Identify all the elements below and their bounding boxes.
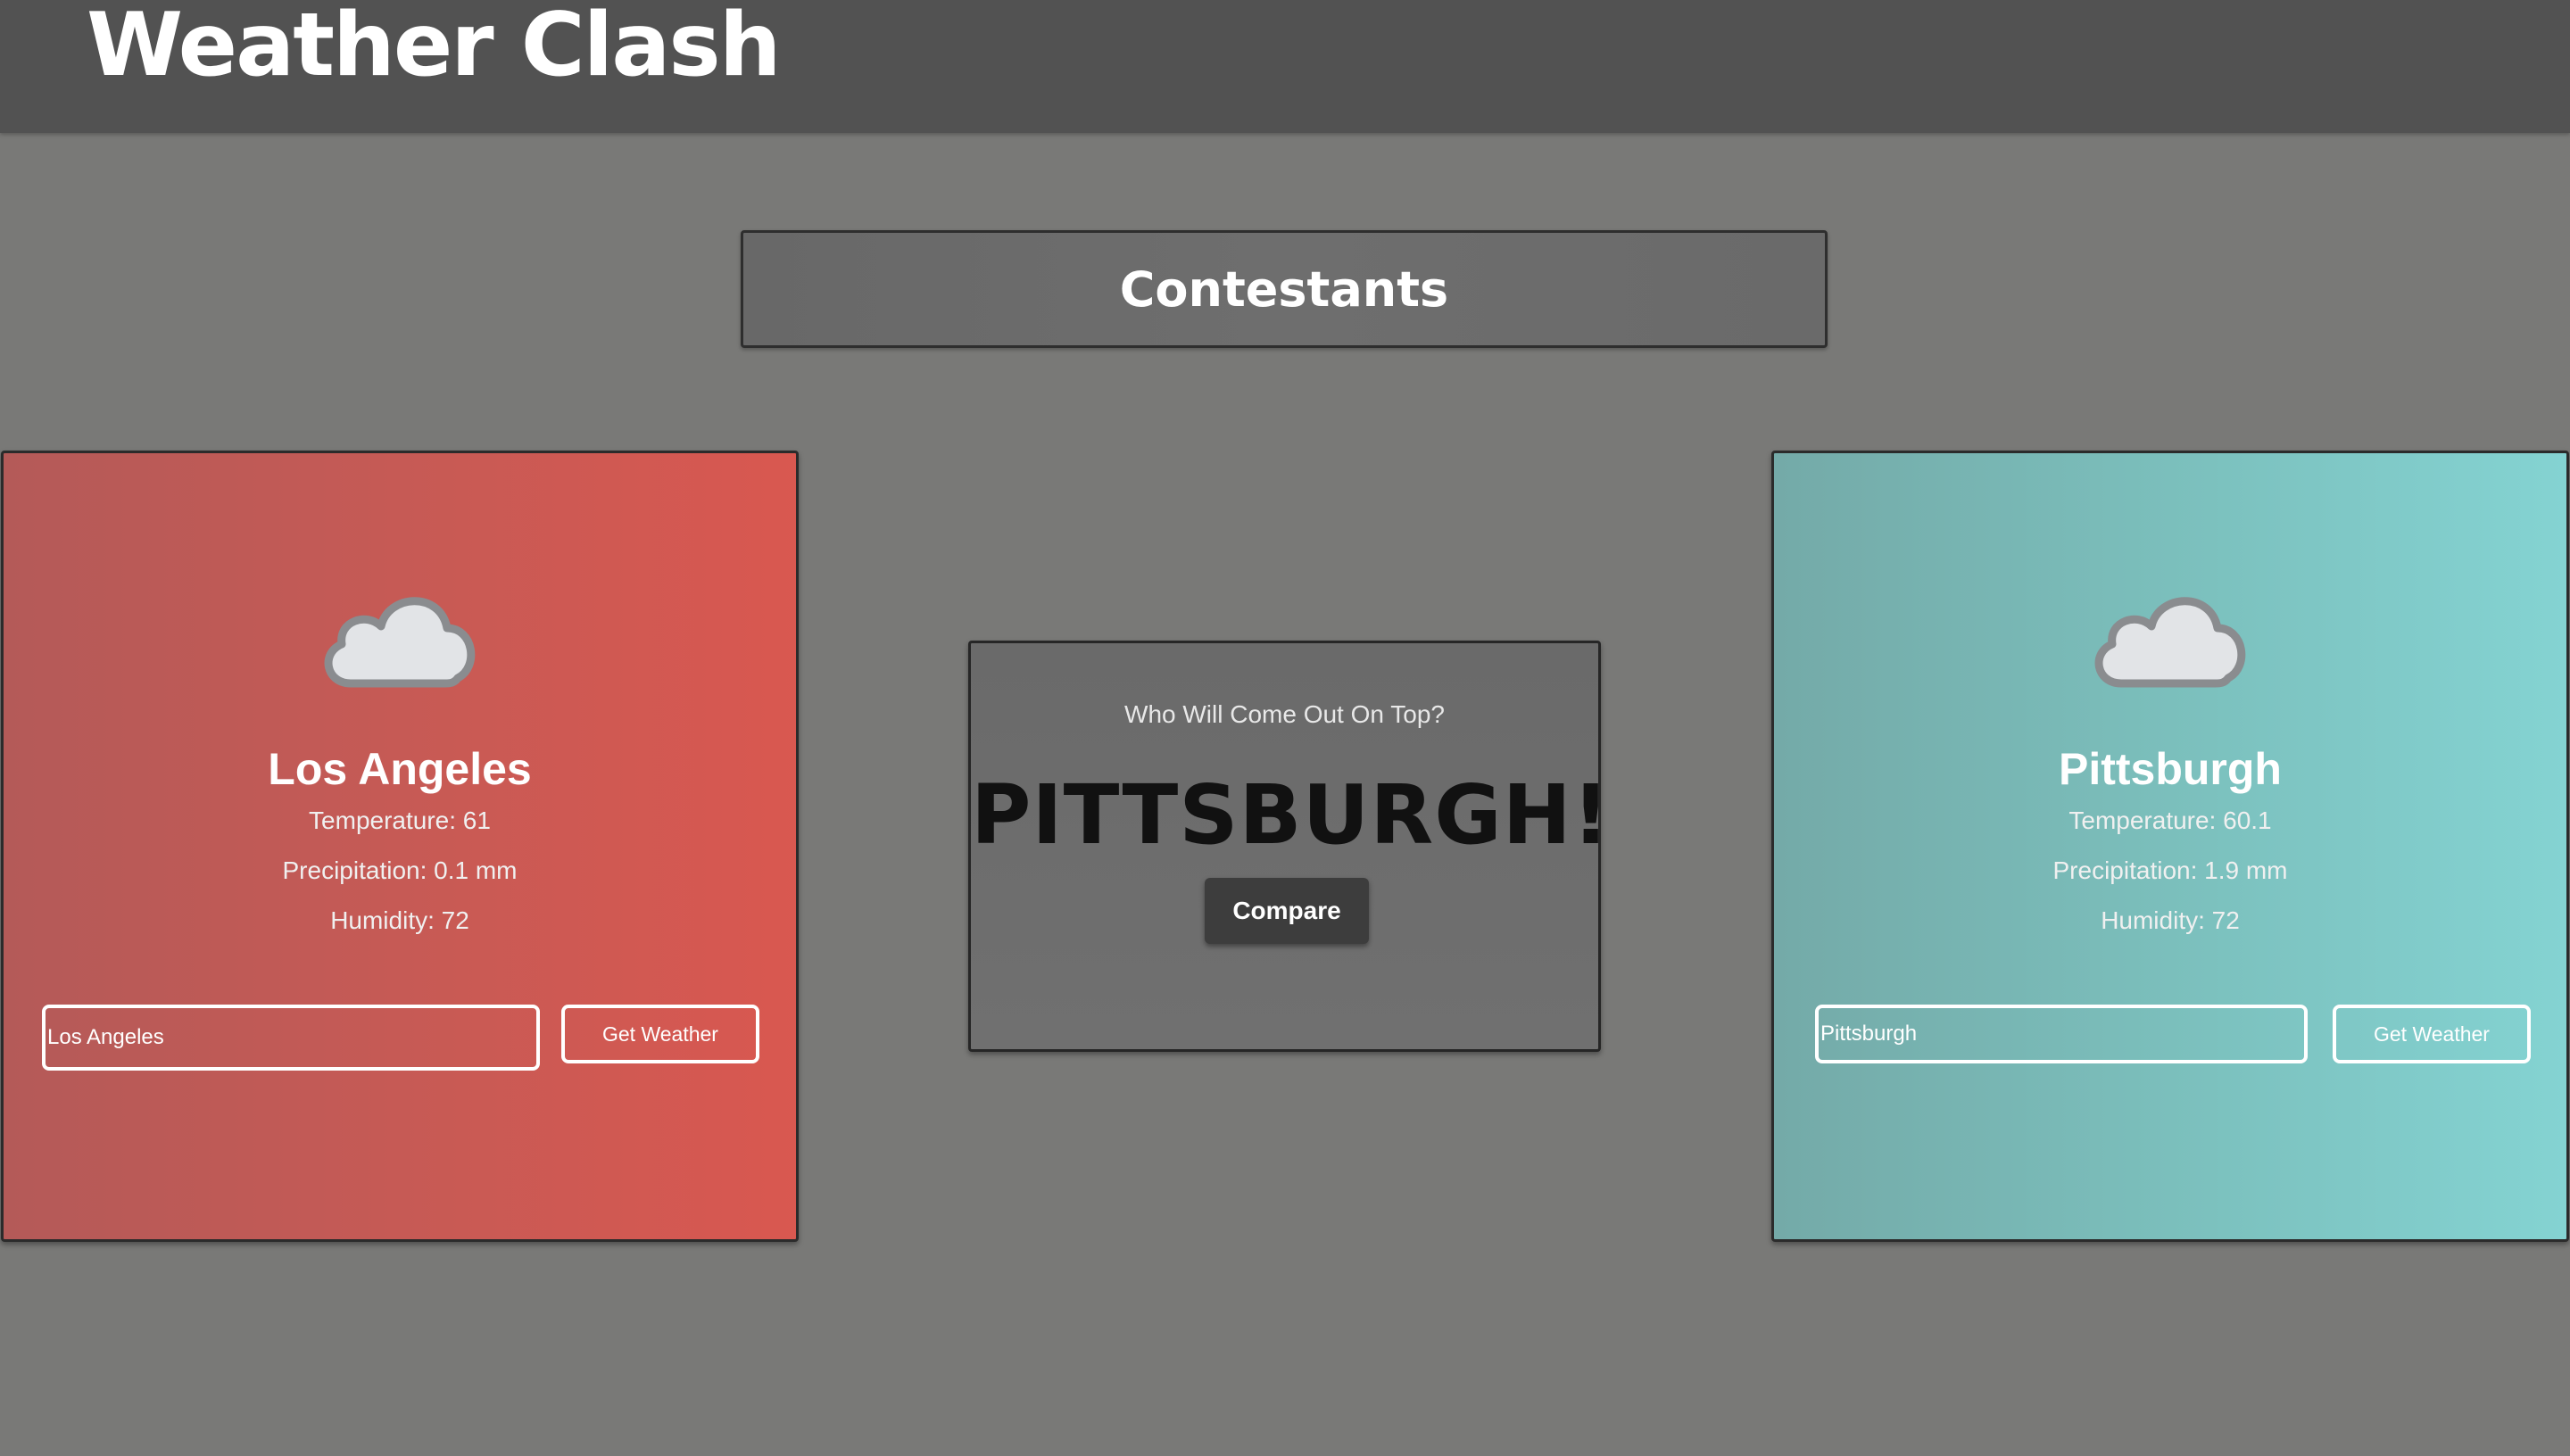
app-title: Weather Clash: [87, 0, 781, 96]
compare-question: Who Will Come Out On Top?: [1124, 700, 1445, 728]
city-card-right: Pittsburgh Temperature: 60.1 Precipitati…: [1771, 451, 2569, 1242]
humidity-value: Humidity: 72: [330, 906, 469, 934]
city-name: Pittsburgh: [2059, 744, 2282, 794]
humidity-value: Humidity: 72: [2101, 906, 2240, 934]
precipitation-value: Precipitation: 1.9 mm: [2052, 856, 2288, 884]
temperature-value: Temperature: 60.1: [2068, 807, 2272, 834]
compare-button[interactable]: Compare: [1205, 878, 1369, 944]
app-header: Weather Clash: [0, 0, 2570, 133]
cloud-icon: [2085, 578, 2255, 694]
contestants-banner: Contestants: [741, 230, 1828, 348]
winner-text: PITTSBURGH!: [971, 767, 1611, 863]
city-name: Los Angeles: [268, 744, 532, 794]
get-weather-button-right[interactable]: Get Weather: [2333, 1005, 2531, 1063]
precipitation-value: Precipitation: 0.1 mm: [282, 856, 518, 884]
city-card-left: Los Angeles Temperature: 61 Precipitatio…: [1, 451, 799, 1242]
contestants-label: Contestants: [1119, 261, 1449, 318]
compare-panel: Who Will Come Out On Top? PITTSBURGH! Co…: [968, 641, 1611, 1052]
cloud-icon: [315, 578, 485, 694]
temperature-value: Temperature: 61: [309, 807, 491, 834]
get-weather-button-left[interactable]: Get Weather: [561, 1005, 759, 1063]
city-input-left[interactable]: [42, 1005, 540, 1071]
city-input-right[interactable]: [1815, 1005, 2308, 1063]
